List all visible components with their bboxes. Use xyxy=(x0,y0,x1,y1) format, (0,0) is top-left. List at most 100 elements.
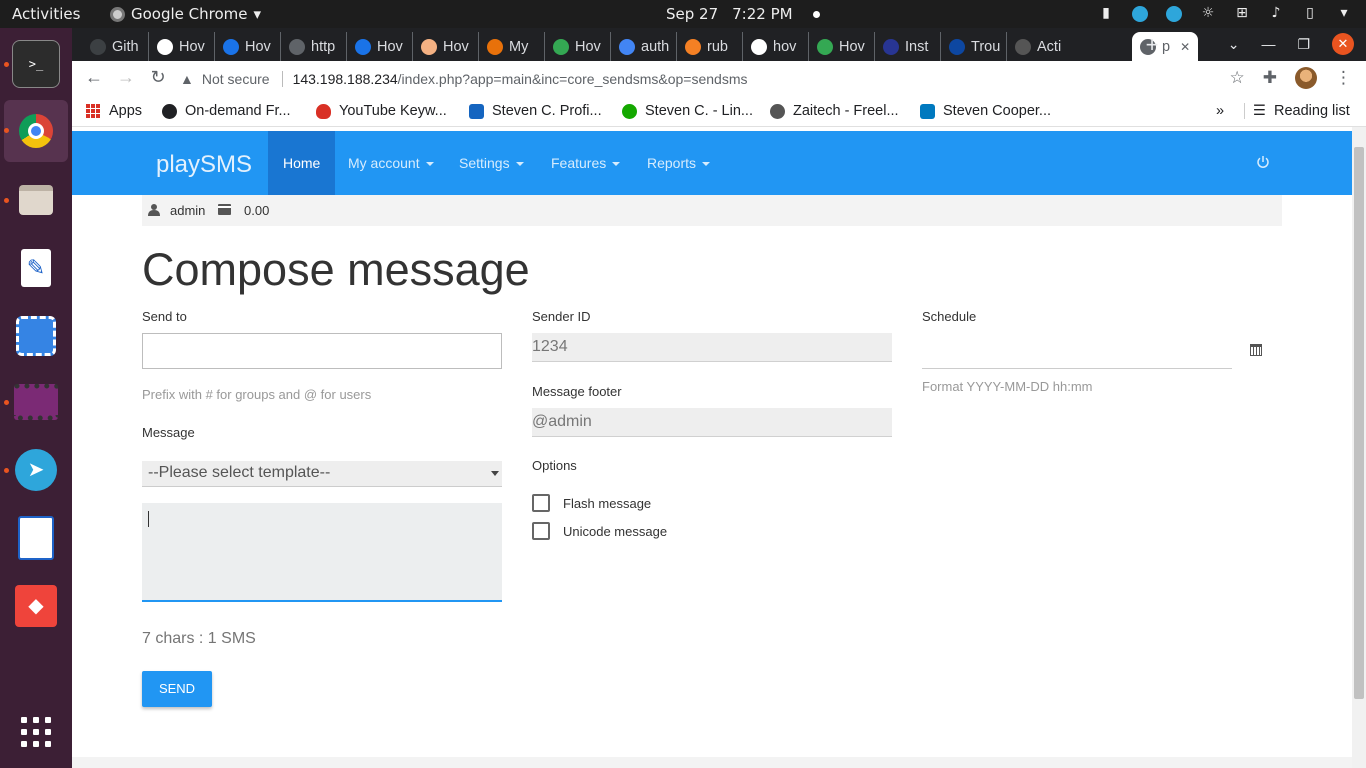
bookmark-steven-linkedin[interactable]: Steven C. - Lin... xyxy=(622,103,753,119)
browser-tab[interactable]: Hov xyxy=(808,32,874,61)
activities-button[interactable]: Activities xyxy=(12,5,80,23)
nav-home[interactable]: Home xyxy=(268,131,336,195)
send-to-help: Prefix with # for groups and @ for users xyxy=(142,387,372,402)
browser-tab[interactable]: Hov xyxy=(148,32,214,61)
browser-tab[interactable]: Hov xyxy=(346,32,412,61)
bookmark-on-demand[interactable]: On-demand Fr... xyxy=(162,103,291,119)
address-bar[interactable]: ▲ Not secure 143.198.188.234/index.php?a… xyxy=(180,64,1256,94)
reload-button[interactable]: ↻ xyxy=(146,67,170,88)
document-viewer-icon[interactable] xyxy=(12,514,60,562)
volume-icon[interactable]: ♪ xyxy=(1268,5,1284,22)
tab-favicon-icon xyxy=(949,38,965,55)
bookmark-star-icon[interactable]: ☆ xyxy=(1230,68,1245,88)
username[interactable]: admin xyxy=(170,203,205,218)
brand-logo[interactable]: playSMS xyxy=(156,151,252,179)
chrome-dock-item[interactable] xyxy=(4,100,68,162)
browser-tab[interactable]: hov xyxy=(742,32,808,61)
chrome-menu-icon[interactable]: ⋮ xyxy=(1335,68,1352,88)
browser-tab[interactable]: auth xyxy=(610,32,676,61)
browser-tab[interactable]: Hov xyxy=(544,32,610,61)
browser-tab[interactable]: Hov xyxy=(412,32,478,61)
battery-icon[interactable]: ▯ xyxy=(1302,5,1318,22)
browser-tab[interactable]: My xyxy=(478,32,544,61)
bookmark-label: On-demand Fr... xyxy=(185,103,291,119)
app-menu[interactable]: Google Chrome ▾ xyxy=(110,5,261,23)
forward-button[interactable]: → xyxy=(114,67,138,88)
profile-avatar[interactable] xyxy=(1295,67,1317,89)
unicode-message-label[interactable]: Unicode message xyxy=(563,524,667,539)
nav-settings[interactable]: Settings xyxy=(444,131,539,195)
browser-tab[interactable]: Gith xyxy=(82,32,148,61)
camera-icon[interactable]: ▮ xyxy=(1098,5,1114,22)
telegram-tray-icon[interactable] xyxy=(1132,6,1148,22)
browser-tab[interactable]: Trou xyxy=(940,32,1006,61)
security-status[interactable]: Not secure xyxy=(202,71,270,87)
back-button[interactable]: ← xyxy=(82,67,106,88)
browser-tab[interactable]: http xyxy=(280,32,346,61)
text-editor-icon[interactable]: ✎ xyxy=(12,244,60,292)
power-menu-icon[interactable]: ▾ xyxy=(1336,5,1352,22)
brightness-icon[interactable]: ☼ xyxy=(1200,5,1216,22)
bookmark-apps[interactable]: Apps xyxy=(86,103,142,119)
running-indicator xyxy=(4,198,9,203)
calendar-icon[interactable] xyxy=(1250,344,1262,356)
flash-message-checkbox[interactable] xyxy=(532,494,550,512)
telegram-tray-icon-2[interactable] xyxy=(1166,6,1182,22)
more-bookmarks-button[interactable]: » xyxy=(1216,103,1224,119)
network-icon[interactable]: ⊞ xyxy=(1234,5,1250,22)
close-tab-icon[interactable]: ✕ xyxy=(1180,40,1190,54)
logout-power-icon[interactable] xyxy=(1256,155,1270,169)
terminal-icon[interactable]: >_ xyxy=(12,40,60,88)
warning-icon[interactable]: ▲ xyxy=(180,71,194,87)
unicode-message-checkbox[interactable] xyxy=(532,522,550,540)
page-scrollbar[interactable] xyxy=(1352,127,1366,768)
minimize-button[interactable]: — xyxy=(1261,36,1275,52)
caret-down-icon xyxy=(425,162,434,167)
tab-favicon-icon xyxy=(90,38,106,55)
nav-label: My account xyxy=(348,155,420,171)
running-indicator xyxy=(4,62,9,67)
window-controls: ⌄ — ❐ ✕ xyxy=(1228,33,1354,55)
close-window-button[interactable]: ✕ xyxy=(1332,33,1354,55)
new-tab-button[interactable]: + xyxy=(1138,32,1166,58)
tab-title: Hov xyxy=(245,38,271,55)
template-select[interactable]: --Please select template-- xyxy=(142,461,502,487)
tab-title: Hov xyxy=(839,38,865,55)
page-title: Compose message xyxy=(142,244,530,295)
nav-label: Features xyxy=(551,155,607,171)
bookmark-youtube-keywords[interactable]: YouTube Keyw... xyxy=(316,103,447,119)
scrollbar-thumb[interactable] xyxy=(1354,147,1364,699)
bookmark-zaitech[interactable]: Zaitech - Freel... xyxy=(770,103,899,119)
show-applications-icon[interactable] xyxy=(12,708,60,756)
flash-message-label[interactable]: Flash message xyxy=(563,496,651,511)
bookmarks-bar: Apps On-demand Fr... YouTube Keyw... Ste… xyxy=(72,96,1366,127)
browser-tab[interactable]: Hov xyxy=(214,32,280,61)
extensions-icon[interactable]: ✚ xyxy=(1263,68,1277,88)
send-to-input[interactable] xyxy=(142,333,502,369)
system-tray[interactable]: ▮ ☼ ⊞ ♪ ▯ ▾ xyxy=(1098,5,1352,22)
anydesk-icon[interactable]: ◆ xyxy=(12,582,60,630)
maximize-button[interactable]: ❐ xyxy=(1297,36,1310,53)
nav-reports[interactable]: Reports xyxy=(632,131,725,195)
nav-features[interactable]: Features xyxy=(536,131,635,195)
files-icon[interactable] xyxy=(12,176,60,224)
send-button[interactable]: SEND xyxy=(142,671,212,707)
trello-icon xyxy=(920,103,935,119)
bookmark-steven-cooper[interactable]: Steven Cooper... xyxy=(920,103,1051,119)
message-textarea[interactable] xyxy=(142,503,502,602)
reading-list-button[interactable]: ☰ Reading list xyxy=(1244,103,1350,119)
clock[interactable]: Sep 27 7:22 PM xyxy=(666,5,820,23)
bookmark-steven-profile[interactable]: Steven C. Profi... xyxy=(469,103,602,119)
sender-id-field: 1234 xyxy=(532,333,892,362)
browser-tab[interactable]: Inst xyxy=(874,32,940,61)
browser-tab[interactable]: rub xyxy=(676,32,742,61)
nav-my-account[interactable]: My account xyxy=(333,131,449,195)
schedule-label: Schedule xyxy=(922,309,977,324)
tab-search-icon[interactable]: ⌄ xyxy=(1228,36,1240,53)
schedule-input[interactable] xyxy=(922,333,1232,369)
screenshot-icon[interactable] xyxy=(12,312,60,360)
nav-label: Reports xyxy=(647,155,697,171)
browser-tab[interactable]: Acti xyxy=(1006,32,1072,61)
telegram-icon[interactable]: ➤ xyxy=(12,446,60,494)
video-player-icon[interactable] xyxy=(12,378,60,426)
